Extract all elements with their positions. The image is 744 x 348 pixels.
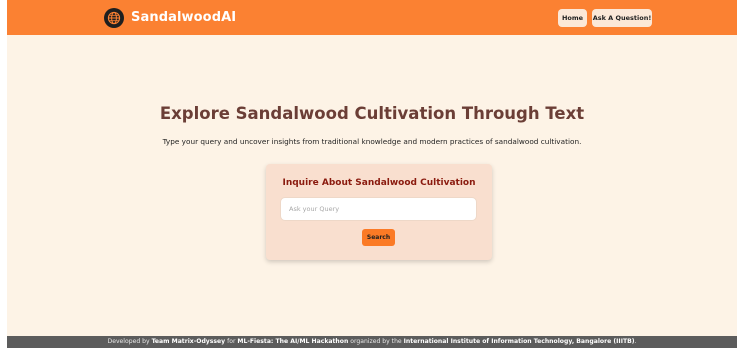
home-button[interactable]: Home <box>558 9 587 27</box>
top-navbar: SandalwoodAI Home Ask A Question! <box>7 0 737 35</box>
footer-team: Team Matrix-Odyssey <box>151 338 226 345</box>
page: SandalwoodAI Home Ask A Question! Explor… <box>7 0 737 348</box>
ask-question-button[interactable]: Ask A Question! <box>592 9 652 27</box>
globe-icon[interactable] <box>104 8 124 28</box>
footer-suffix: . <box>634 338 637 345</box>
globe-icon-svg <box>107 11 121 25</box>
page-subtitle: Type your query and uncover insights fro… <box>162 137 582 146</box>
footer-prefix: Developed by <box>107 338 150 345</box>
footer-institute: International Institute of Information T… <box>403 338 635 345</box>
inquiry-card-title: Inquire About Sandalwood Cultivation <box>282 178 476 188</box>
footer-for: for <box>227 338 236 345</box>
search-button[interactable]: Search <box>362 229 395 246</box>
inquiry-card: Inquire About Sandalwood Cultivation Sea… <box>266 164 492 260</box>
page-title: Explore Sandalwood Cultivation Through T… <box>159 104 585 123</box>
footer: Developed by Team Matrix-Odyssey for ML-… <box>7 336 737 348</box>
footer-organized: organized by the <box>350 338 402 345</box>
brand-name[interactable]: SandalwoodAI <box>131 8 236 28</box>
query-input[interactable] <box>280 197 477 221</box>
footer-event: ML-Fiesta: The AI/ML Hackathon <box>237 338 349 345</box>
